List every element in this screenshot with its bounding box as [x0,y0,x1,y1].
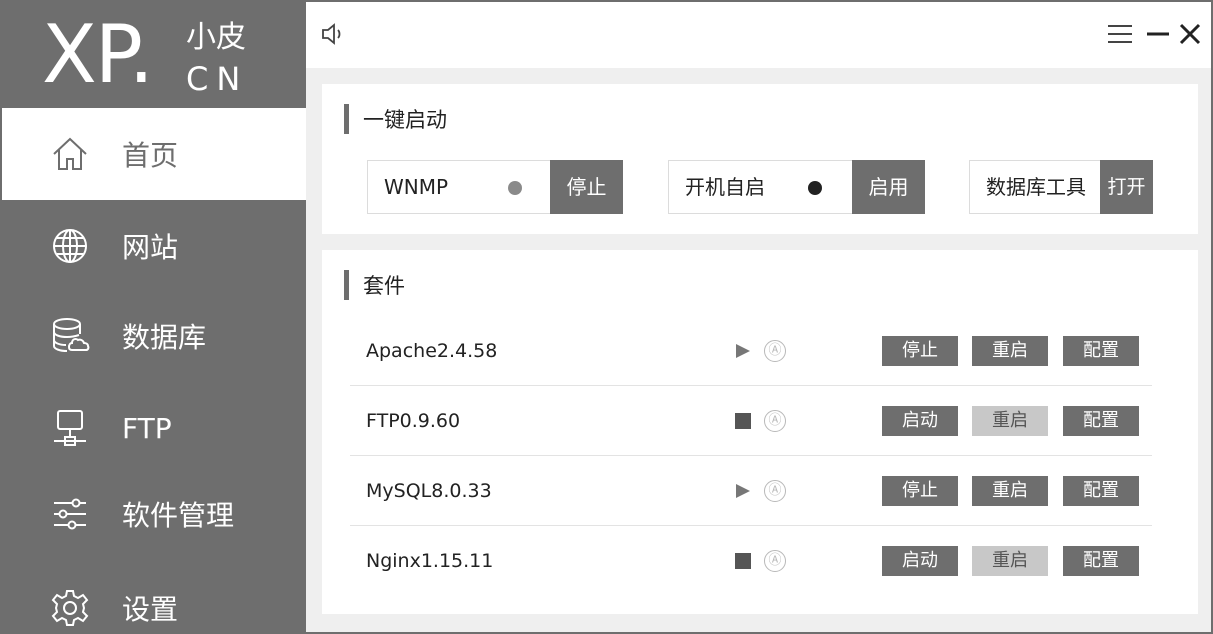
sidebar-item-label: 软件管理 [122,499,235,532]
close-icon[interactable] [1177,18,1203,48]
stop-square-icon [734,412,752,430]
home-icon [48,132,92,176]
db-tool: 数据库工具 打开 [969,160,1153,214]
gear-icon [48,586,92,630]
quick-start-title: 一键启动 [363,108,447,132]
title-accent-bar [344,270,349,300]
title-accent-bar [344,104,349,134]
panel-title: 套件 [344,270,405,300]
service-name: FTP0.9.60 [366,410,461,432]
panel-title: 一键启动 [344,104,447,134]
db-tool-open-button[interactable]: 打开 [1100,160,1153,214]
sidebar-item-database[interactable]: 数据库 [2,290,306,382]
play-icon [734,342,752,360]
restart-button[interactable]: 重启 [972,406,1048,436]
stop-button[interactable]: 停止 [882,336,958,366]
wnmp-status-dot [508,181,522,195]
auto-start-icon[interactable]: Ⓐ [764,480,786,502]
table-row: MySQL8.0.33 Ⓐ 停止 重启 配置 [350,456,1152,526]
sidebar-item-settings[interactable]: 设置 [2,562,306,632]
sidebar-item-label: 首页 [122,139,179,172]
menu-icon[interactable] [1105,20,1135,48]
stop-square-icon [734,552,752,570]
config-button[interactable]: 配置 [1063,546,1139,576]
config-button[interactable]: 配置 [1063,406,1139,436]
globe-icon [48,224,92,268]
table-row: Apache2.4.58 Ⓐ 停止 重启 配置 [350,316,1152,386]
logo: XP. 小皮 CN [2,2,306,108]
sidebar-item-software[interactable]: 软件管理 [2,468,306,560]
suite-title: 套件 [363,274,405,298]
suite-panel: 套件 Apache2.4.58 Ⓐ 停止 重启 配置 FTP0.9.60 Ⓐ 启… [322,250,1198,614]
logo-sub-text: 小皮 [186,20,246,55]
quick-start-panel: 一键启动 WNMP 停止 开机自启 启用 数据库工具 打开 [322,84,1198,234]
start-button[interactable]: 启动 [882,546,958,576]
wnmp-label: WNMP [384,175,449,199]
sidebar-item-ftp[interactable]: FTP [2,382,306,474]
auto-start-icon[interactable]: Ⓐ [764,410,786,432]
logo-main-text: XP. [42,8,154,101]
db-tool-label: 数据库工具 [986,175,1086,199]
auto-start-icon[interactable]: Ⓐ [764,340,786,362]
title-bar [306,2,1211,68]
config-button[interactable]: 配置 [1063,476,1139,506]
app-window: XP. 小皮 CN 首页 网站 数据库 FTP 软件管理 设置 一键启动 WNM… [0,0,1213,634]
table-row: FTP0.9.60 Ⓐ 启动 重启 配置 [350,386,1152,456]
sidebar-item-label: 设置 [122,593,179,626]
config-button[interactable]: 配置 [1063,336,1139,366]
autostart-toggle: 开机自启 启用 [668,160,925,214]
logo-cn-text: CN [186,60,249,98]
start-button[interactable]: 启动 [882,406,958,436]
service-name: Apache2.4.58 [366,340,498,362]
sliders-icon [48,492,92,536]
speaker-icon[interactable] [320,20,348,48]
minimize-icon[interactable] [1145,20,1171,48]
database-icon [48,314,92,358]
service-name: Nginx1.15.11 [366,550,494,572]
ftp-server-icon [48,406,92,450]
wnmp-toggle: WNMP 停止 [367,160,623,214]
wnmp-stop-button[interactable]: 停止 [550,160,623,214]
restart-button[interactable]: 重启 [972,546,1048,576]
autostart-label: 开机自启 [685,175,765,199]
auto-start-icon[interactable]: Ⓐ [764,550,786,572]
sidebar-item-label: FTP [122,411,172,445]
stop-button[interactable]: 停止 [882,476,958,506]
service-name: MySQL8.0.33 [366,480,492,502]
sidebar: XP. 小皮 CN 首页 网站 数据库 FTP 软件管理 设置 [2,2,306,632]
sidebar-item-label: 网站 [122,231,179,264]
sidebar-item-label: 数据库 [122,321,207,354]
autostart-status-dot [808,181,822,195]
restart-button[interactable]: 重启 [972,336,1048,366]
play-icon [734,482,752,500]
sidebar-item-home[interactable]: 首页 [2,108,306,200]
autostart-enable-button[interactable]: 启用 [852,160,925,214]
table-row: Nginx1.15.11 Ⓐ 启动 重启 配置 [350,526,1152,596]
restart-button[interactable]: 重启 [972,476,1048,506]
sidebar-item-website[interactable]: 网站 [2,200,306,292]
